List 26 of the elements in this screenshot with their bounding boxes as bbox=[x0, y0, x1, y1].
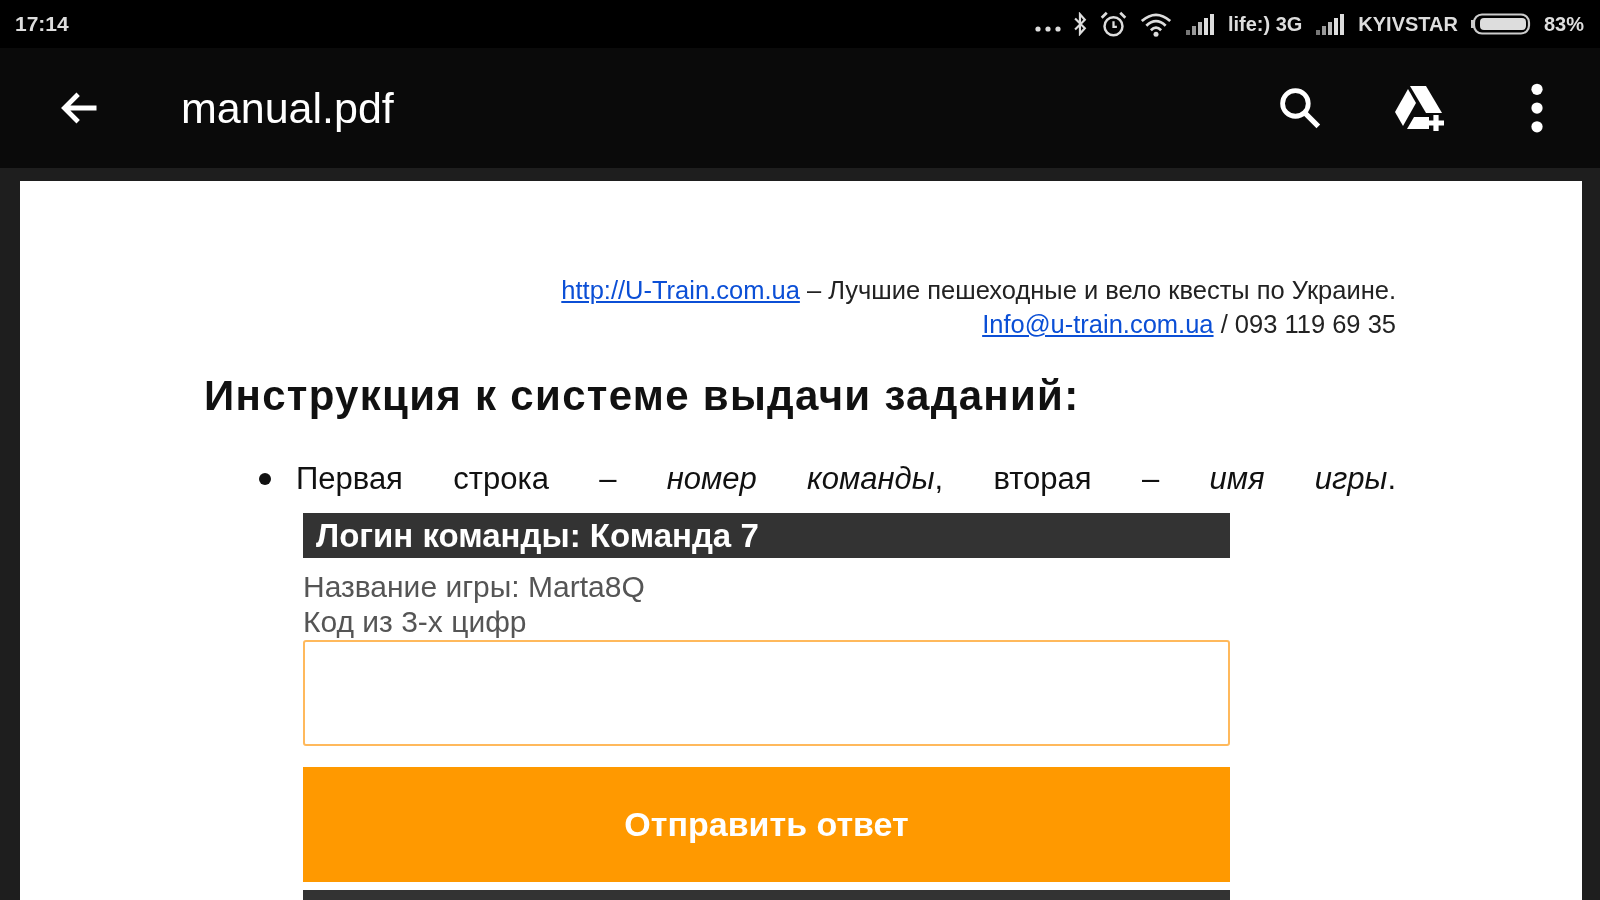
email-link[interactable]: Info@u-train.com.ua bbox=[982, 310, 1214, 338]
input-field[interactable] bbox=[303, 640, 1230, 746]
login-bar: Логин команды: Команда 7 bbox=[303, 513, 1230, 558]
game-name-text: Название игры: Marta8Q bbox=[303, 569, 646, 604]
battery-icon bbox=[1470, 13, 1531, 35]
wifi-icon bbox=[1139, 11, 1172, 37]
more-vertical-icon[interactable] bbox=[1530, 83, 1544, 133]
instructions-heading: Инструкция к системе выдачи заданий: bbox=[204, 371, 1081, 421]
website-link[interactable]: http://U-Train.com.ua bbox=[561, 276, 800, 304]
code-label: Код из 3-х цифр bbox=[303, 604, 528, 639]
status-time: 17:14 bbox=[15, 12, 69, 36]
carrier-name: KYIVSTAR bbox=[1358, 12, 1458, 36]
alarm-clock-icon bbox=[1099, 10, 1127, 38]
tagline-text: – Лучшие пешеходные и вело квесты по Украине. bbox=[806, 276, 1396, 304]
triangle-plus-icon[interactable] bbox=[1394, 84, 1446, 132]
bullet-icon bbox=[259, 473, 271, 485]
notification-dots-icon bbox=[1034, 26, 1061, 32]
phone-text: / 093 119 69 35 bbox=[1220, 310, 1396, 338]
search-icon[interactable] bbox=[1278, 86, 1322, 130]
battery-percent: 83% bbox=[1543, 12, 1584, 36]
bullet-text: Первая строка – номер команды, вторая – имя игры. bbox=[296, 460, 1396, 498]
document-title: manual.pdf bbox=[181, 83, 394, 133]
signal-icon bbox=[1184, 13, 1215, 35]
bluetooth-icon bbox=[1073, 12, 1087, 36]
carrier-name: life:) 3G bbox=[1227, 12, 1303, 36]
signal-icon bbox=[1315, 13, 1346, 35]
